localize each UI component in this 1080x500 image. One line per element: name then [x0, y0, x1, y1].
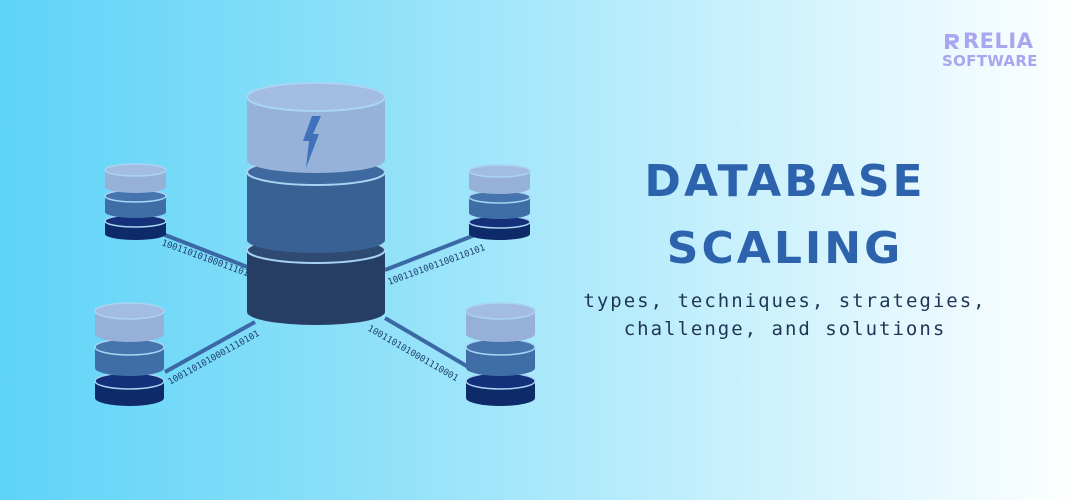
subheading-line-1: types, techniques, strategies, [583, 290, 987, 312]
central-database [246, 82, 386, 325]
relia-logo-icon [945, 34, 959, 49]
brand-logo: RELIA SOFTWARE [942, 29, 1038, 71]
binary-label-top-left: 1001101010001110101 [160, 238, 260, 283]
small-database-top-left [104, 163, 167, 240]
binary-label-bottom-left: 1001101010001110101 [167, 329, 262, 388]
banner: 1001101010001110101 1001101001100110101 … [0, 0, 1080, 500]
small-database-top-right [468, 164, 531, 240]
small-database-bottom-left [94, 302, 165, 406]
subheading-line-2: challenge, and solutions [623, 318, 947, 340]
headline-line-2: SCALING [666, 223, 904, 274]
brand-name: RELIA [963, 29, 1034, 53]
small-database-bottom-right [465, 302, 536, 406]
headline-line-1: DATABASE [644, 156, 926, 207]
brand-tagline: SOFTWARE [942, 52, 1038, 70]
